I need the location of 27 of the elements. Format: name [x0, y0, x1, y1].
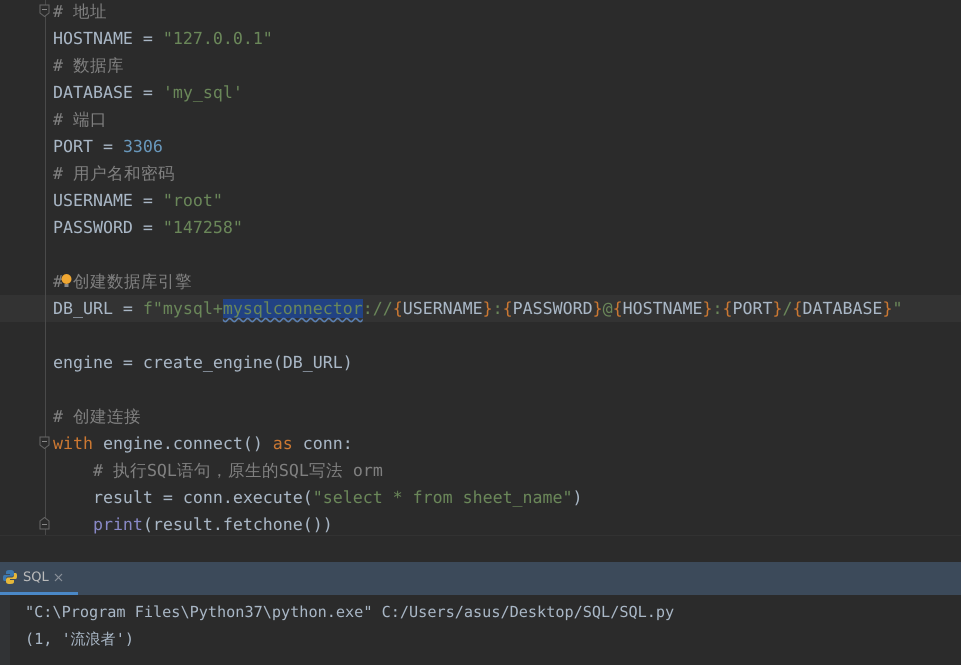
code-line: print(result.fetchone()) — [92, 515, 333, 534]
code-editor[interactable] — [0, 0, 961, 535]
code-line: engine = create_engine(DB_URL) — [53, 353, 353, 372]
python-icon — [2, 569, 18, 585]
code-line: # 创建连接 — [53, 406, 141, 428]
console-output-line: (1, '流浪者') — [25, 629, 136, 650]
code-line: # 执行SQL语句，原生的SQL写法 orm — [92, 460, 383, 482]
code-line: # 用户名和密码 — [53, 162, 175, 184]
console-output-line: "C:\Program Files\Python37\python.exe" C:/Users/asus/Desktop/SQL/SQL.py — [25, 602, 676, 623]
tab-label: SQL — [23, 570, 49, 584]
code-line: result = conn.execute("select * from sheet_name") — [92, 488, 582, 507]
code-line: # 数据库 — [53, 54, 124, 76]
lightbulb-icon[interactable] — [61, 272, 72, 288]
code-line: PORT = 3306 — [53, 137, 163, 156]
fold-icon[interactable] — [39, 4, 50, 17]
code-line: USERNAME = "root" — [53, 191, 223, 210]
close-icon[interactable] — [54, 572, 63, 582]
code-line: with engine.connect() as conn: — [53, 434, 353, 453]
code-line: # 端口 — [53, 108, 107, 130]
fold-icon[interactable] — [39, 517, 50, 530]
code-line: DATABASE = 'my_sql' — [53, 83, 243, 102]
code-line: # 地址 — [53, 0, 107, 22]
fold-icon[interactable] — [39, 436, 50, 449]
code-line: # 创建数据库引擎 — [53, 270, 192, 292]
code-line: DB_URL = f"mysql+mysqlconnector://{USERNAME}:{PASSWORD}@{HOSTNAME}:{PORT}/{DATABASE}" — [53, 299, 902, 318]
code-line: PASSWORD = "147258" — [53, 218, 243, 237]
code-line: HOSTNAME = "127.0.0.1" — [53, 29, 273, 48]
